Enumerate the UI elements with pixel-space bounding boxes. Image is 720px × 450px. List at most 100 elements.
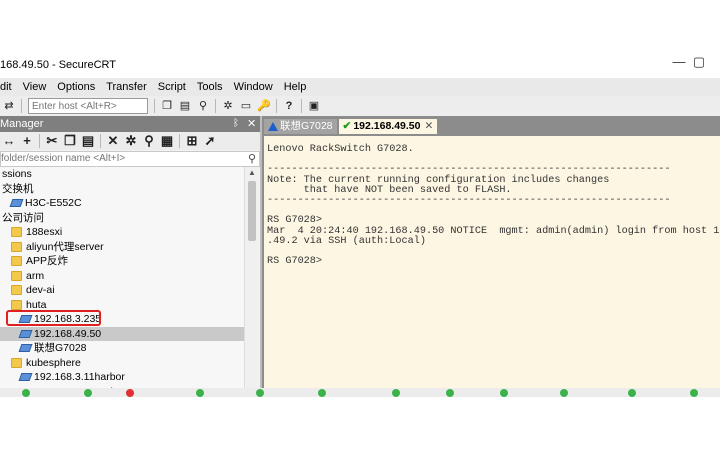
paste-icon[interactable]: ▤ — [81, 134, 95, 148]
terminal-line: Lenovo RackSwitch G7028. — [267, 144, 414, 155]
tab-session[interactable]: 联想G7028 — [264, 119, 337, 134]
tree-item-label: H3C-E552C — [25, 197, 82, 209]
tree-scrollbar[interactable]: ▲ ▼ — [244, 167, 259, 397]
status-dot-icon[interactable] — [22, 389, 30, 397]
menu-item[interactable]: Script — [158, 81, 186, 93]
reconnect-icon[interactable]: ⇄ — [2, 99, 16, 113]
folder-item[interactable]: 188esxi — [0, 225, 244, 239]
find-icon[interactable]: ⚲ — [196, 99, 210, 113]
screenshot-icon[interactable]: ▣ — [307, 99, 321, 113]
status-dot-icon[interactable] — [256, 389, 264, 397]
securecrt-window: 168.49.50 - SecureCRT — ▢ dit View Options… — [0, 52, 720, 397]
cut-icon[interactable]: ✂ — [45, 134, 59, 148]
window-title: 168.49.50 - SecureCRT — [0, 59, 116, 71]
scroll-thumb[interactable] — [248, 181, 256, 241]
menu-item[interactable]: Tools — [197, 81, 223, 93]
move-icon[interactable]: ↔ — [2, 134, 16, 148]
session-item[interactable]: 联想G7028 — [0, 341, 244, 355]
folder-item[interactable]: kubesphere — [0, 356, 244, 370]
folder-item[interactable]: aliyun代理server — [0, 240, 244, 254]
session-item[interactable]: 192.168.3.11harbor — [0, 370, 244, 384]
session-item[interactable]: 192.168.49.50 — [0, 326, 244, 341]
connect-icon[interactable]: ➚ — [203, 134, 217, 148]
restore-button[interactable]: ▢ — [692, 55, 706, 69]
tree-item-label: 公司访问 — [2, 211, 44, 224]
new-folder-icon[interactable]: ▦ — [160, 134, 174, 148]
tree-item-label: kubesphere — [26, 356, 81, 369]
folder-item[interactable]: 公司访问 — [0, 211, 244, 225]
tree-item-label: 192.168.49.50 — [34, 327, 102, 340]
menu-item[interactable]: View — [23, 81, 47, 93]
tree-item-label: 交换机 — [2, 182, 34, 195]
minimize-button[interactable]: — — [672, 55, 686, 69]
tree-item-label: 联想G7028 — [34, 342, 87, 354]
session-filter-input[interactable]: folder/session name <Alt+I> ⚲ — [0, 151, 260, 167]
delete-icon[interactable]: ✕ — [106, 134, 120, 148]
status-dot-icon[interactable] — [392, 389, 400, 397]
key-icon[interactable]: 🔑 — [257, 99, 271, 113]
toolbar-divider — [301, 99, 302, 113]
menu-item[interactable]: Window — [234, 81, 273, 93]
session-item[interactable]: H3C-E552C — [0, 196, 244, 210]
folder-item[interactable]: dev-ai — [0, 283, 244, 297]
add-icon[interactable]: + — [20, 134, 34, 148]
session-icon — [18, 344, 33, 353]
paste-icon[interactable]: ▤ — [178, 99, 192, 113]
help-icon[interactable]: ? — [282, 99, 296, 113]
session-toolbar: ↔ + ✂ ❐ ▤ ✕ ✲ ⚲ ▦ ⊞ ➚ — [0, 132, 260, 150]
menu-item[interactable]: dit — [0, 81, 12, 93]
scroll-up-icon[interactable]: ▲ — [245, 167, 259, 179]
folder-item[interactable]: APP反炸 — [0, 254, 244, 268]
main-toolbar: ⇄ ❐ ▤ ⚲ ✲ ▭ 🔑 ? ▣ — [0, 96, 720, 117]
settings-icon[interactable]: ✲ — [221, 99, 235, 113]
status-dot-icon[interactable] — [126, 389, 134, 397]
session-icon — [18, 373, 33, 382]
print-icon[interactable]: ▭ — [239, 99, 253, 113]
terminal-output[interactable]: Lenovo RackSwitch G7028. ----------------… — [264, 136, 720, 395]
host-input[interactable] — [28, 98, 148, 114]
tree-item-label: 192.168.3.11harbor — [34, 371, 125, 383]
find-icon[interactable]: ⚲ — [142, 134, 156, 148]
folder-item[interactable]: 交换机 — [0, 182, 244, 196]
title-bar: 168.49.50 - SecureCRT — ▢ — [0, 52, 720, 78]
properties-icon[interactable]: ✲ — [124, 134, 138, 148]
session-manager-header: Manager ᛒ ✕ — [0, 116, 260, 132]
pin-icon[interactable]: ᛒ — [233, 116, 239, 132]
session-icon — [9, 199, 24, 208]
tab-session[interactable]: ✔ 192.168.49.50 ✕ — [338, 119, 438, 134]
toolbar-divider — [215, 99, 216, 113]
close-tab-icon[interactable]: ✕ — [425, 120, 434, 132]
folder-icon — [11, 227, 22, 238]
folder-item[interactable]: arm — [0, 269, 244, 283]
toolbar-divider — [100, 134, 101, 148]
menu-item[interactable]: Transfer — [106, 81, 147, 93]
folder-icon — [11, 256, 22, 267]
status-dot-icon[interactable] — [446, 389, 454, 397]
folder-item[interactable]: ssions — [0, 167, 244, 181]
tab-bar: 联想G7028 ✔ 192.168.49.50 ✕ — [262, 116, 720, 134]
close-pane-icon[interactable]: ✕ — [247, 116, 256, 132]
folder-icon — [11, 285, 22, 296]
copy-icon[interactable]: ❐ — [63, 134, 77, 148]
tree-item-label: APP反炸 — [26, 255, 69, 267]
terminal-area: 联想G7028 ✔ 192.168.49.50 ✕ Lenovo RackSwitch… — [262, 116, 720, 397]
new-session-icon[interactable]: ⊞ — [185, 134, 199, 148]
status-dot-icon[interactable] — [318, 389, 326, 397]
status-dot-icon[interactable] — [84, 389, 92, 397]
folder-icon — [11, 241, 22, 252]
menu-item[interactable]: Help — [284, 81, 307, 93]
status-dot-icon[interactable] — [690, 389, 698, 397]
session-manager-pane: Manager ᛒ ✕ ↔ + ✂ ❐ ▤ ✕ ✲ ⚲ ▦ ⊞ ➚ folder… — [0, 116, 262, 397]
status-dot-icon[interactable] — [196, 389, 204, 397]
warning-icon — [268, 121, 278, 131]
session-manager-title: Manager — [0, 118, 44, 130]
terminal-line: .49.2 via SSH (auth:Local) — [267, 235, 426, 247]
status-dot-icon[interactable] — [628, 389, 636, 397]
toolbar-divider — [179, 134, 180, 148]
check-icon: ✔ — [342, 120, 352, 132]
copy-icon[interactable]: ❐ — [160, 99, 174, 113]
status-dot-icon[interactable] — [560, 389, 568, 397]
search-icon[interactable]: ⚲ — [248, 152, 256, 166]
menu-item[interactable]: Options — [57, 81, 95, 93]
status-dot-icon[interactable] — [500, 389, 508, 397]
